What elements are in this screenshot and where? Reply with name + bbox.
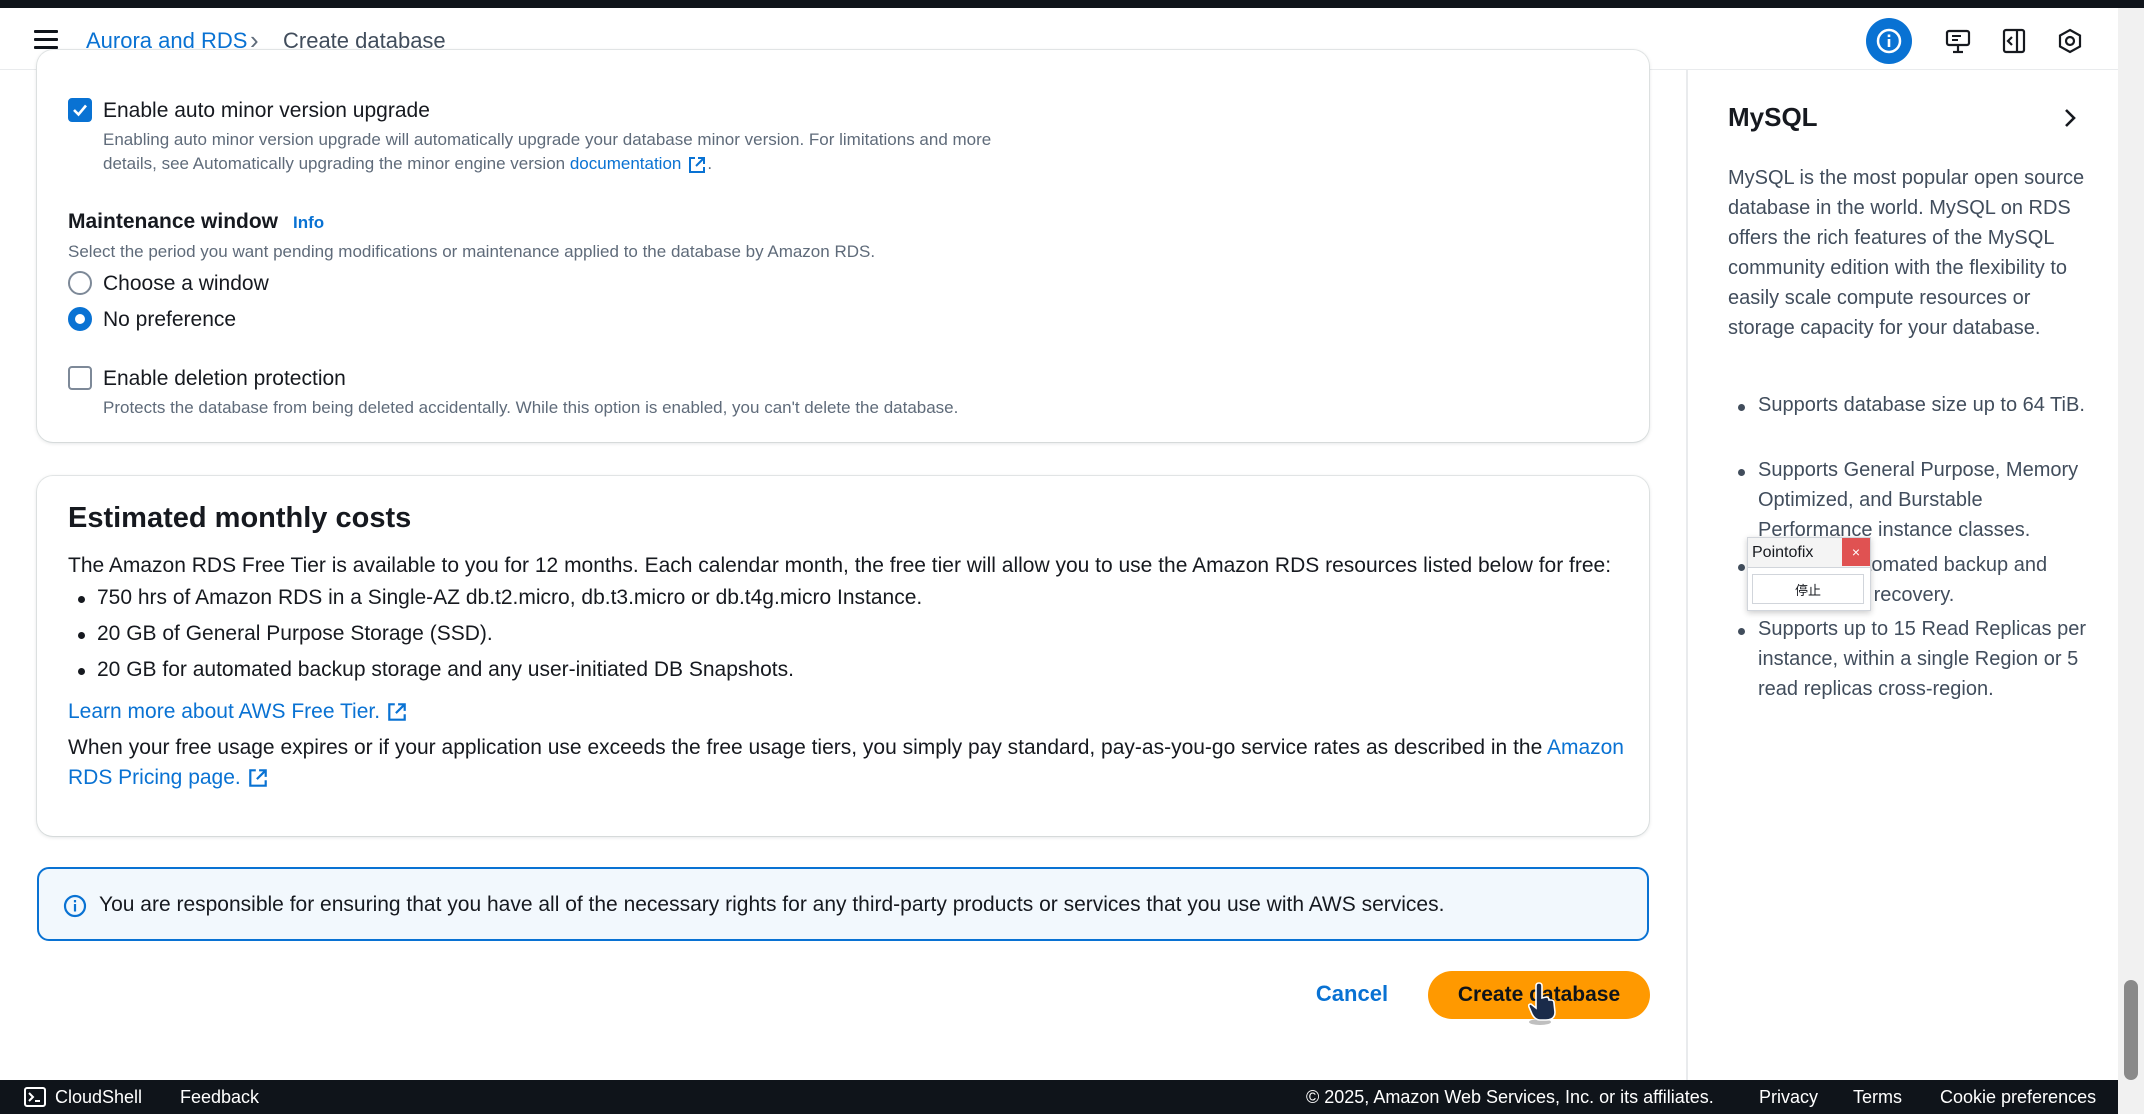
chevron-right-icon[interactable]: [2060, 106, 2080, 130]
expire-text-line: When your free usage expires or if your …: [68, 736, 1624, 760]
deletion-protection-label: Enable deletion protection: [103, 367, 346, 390]
cookie-preferences-link[interactable]: Cookie preferences: [1940, 1087, 2096, 1108]
auto-minor-desc-prefix: details, see Automatically upgrading the…: [103, 154, 566, 173]
pointofix-header: Pointofix ×: [1748, 538, 1870, 568]
info-icon: [63, 894, 87, 918]
maintenance-description: Select the period you want pending modif…: [68, 242, 876, 261]
cancel-button[interactable]: Cancel: [1300, 971, 1404, 1017]
scrollbar-track[interactable]: [2118, 8, 2144, 1114]
alert-text: You are responsible for ensuring that yo…: [99, 893, 1445, 916]
costs-item: 20 GB of General Purpose Storage (SSD).: [97, 622, 493, 645]
info-alert: You are responsible for ensuring that yo…: [37, 867, 1649, 941]
terms-link[interactable]: Terms: [1853, 1087, 1902, 1108]
pointofix-popup: Pointofix × 停止: [1747, 537, 1871, 611]
help-panel-bullet: Supports database size up to 64 TiB.: [1758, 394, 2085, 416]
pricing-link-part1[interactable]: Amazon: [1547, 736, 1624, 759]
choose-window-radio[interactable]: [68, 271, 92, 295]
pointofix-stop-button[interactable]: 停止: [1752, 574, 1864, 604]
auto-minor-upgrade-desc-1: Enabling auto minor version upgrade will…: [103, 130, 992, 149]
main-content: Enable auto minor version upgrade Enabli…: [0, 50, 1686, 1080]
help-panel-intro: MySQL is the most popular open source da…: [1728, 167, 2085, 339]
help-panel-bullet: Supports General Purpose, Memory Optimiz…: [1758, 459, 2079, 541]
pointofix-title: Pointofix: [1752, 544, 1814, 561]
additional-config-card: Enable auto minor version upgrade Enabli…: [37, 50, 1649, 442]
bullet-dot: [78, 596, 85, 603]
deletion-protection-checkbox[interactable]: [68, 366, 92, 390]
cloudshell-link[interactable]: CloudShell: [55, 1087, 142, 1108]
bullet-dot: [1738, 564, 1745, 571]
auto-minor-upgrade-desc-2: details, see Automatically upgrading the…: [103, 154, 712, 175]
external-link-icon: [388, 703, 406, 722]
free-tier-link-row: Learn more about AWS Free Tier.: [68, 700, 408, 724]
auto-minor-upgrade-checkbox[interactable]: [68, 98, 92, 122]
no-preference-label: No preference: [103, 308, 237, 331]
costs-title: Estimated monthly costs: [68, 502, 412, 534]
cloudshell-icon[interactable]: [24, 1087, 46, 1107]
maintenance-window-title: Maintenance window: [68, 210, 279, 233]
costs-item: 20 GB for automated backup storage and a…: [97, 658, 794, 681]
hand-cursor-icon: [1527, 982, 1556, 1025]
feedback-link[interactable]: Feedback: [180, 1087, 259, 1108]
bullet-dot: [1738, 469, 1745, 476]
maintenance-info-link[interactable]: Info: [293, 213, 324, 233]
bullet-dot: [78, 632, 85, 639]
console-footer: CloudShell Feedback © 2025, Amazon Web S…: [0, 1080, 2118, 1114]
bullet-dot: [1738, 404, 1745, 411]
deletion-protection-desc: Protects the database from being deleted…: [103, 398, 959, 417]
external-link-icon: [248, 769, 267, 788]
browser-top-strip: [0, 0, 2144, 8]
pricing-link-row: RDS Pricing page.: [68, 766, 269, 790]
help-panel-bullet: Supports up to 15 Read Replicas per inst…: [1758, 618, 2086, 700]
documentation-link[interactable]: documentation: [570, 154, 682, 173]
close-icon[interactable]: ×: [1842, 538, 1870, 566]
tutorial-icon[interactable]: [1937, 20, 1979, 62]
auto-minor-desc-suffix: .: [707, 154, 713, 173]
external-link-icon: [689, 156, 706, 173]
info-panel-icon[interactable]: [1866, 18, 1912, 64]
expire-text: When your free usage expires or if your …: [68, 736, 1543, 759]
learn-more-free-tier-link[interactable]: Learn more about AWS Free Tier.: [68, 700, 380, 723]
auto-minor-upgrade-label: Enable auto minor version upgrade: [103, 99, 430, 122]
panel-toggle-icon[interactable]: [1993, 20, 2035, 62]
costs-intro: The Amazon RDS Free Tier is available to…: [68, 554, 1612, 577]
bullet-dot: [78, 668, 85, 675]
no-preference-radio[interactable]: [68, 307, 92, 331]
menu-icon[interactable]: [34, 30, 58, 50]
settings-icon[interactable]: [2049, 20, 2091, 62]
privacy-link[interactable]: Privacy: [1759, 1087, 1818, 1108]
copyright-text: © 2025, Amazon Web Services, Inc. or its…: [1306, 1087, 1714, 1107]
choose-window-label: Choose a window: [103, 272, 269, 295]
bullet-dot: [1738, 628, 1745, 635]
pricing-link-part2[interactable]: RDS Pricing page.: [68, 766, 241, 789]
help-panel-title: MySQL: [1728, 102, 1818, 132]
scrollbar-thumb[interactable]: [2124, 980, 2138, 1080]
estimated-costs-card: Estimated monthly costs The Amazon RDS F…: [37, 476, 1649, 836]
costs-item: 750 hrs of Amazon RDS in a Single-AZ db.…: [97, 586, 923, 609]
